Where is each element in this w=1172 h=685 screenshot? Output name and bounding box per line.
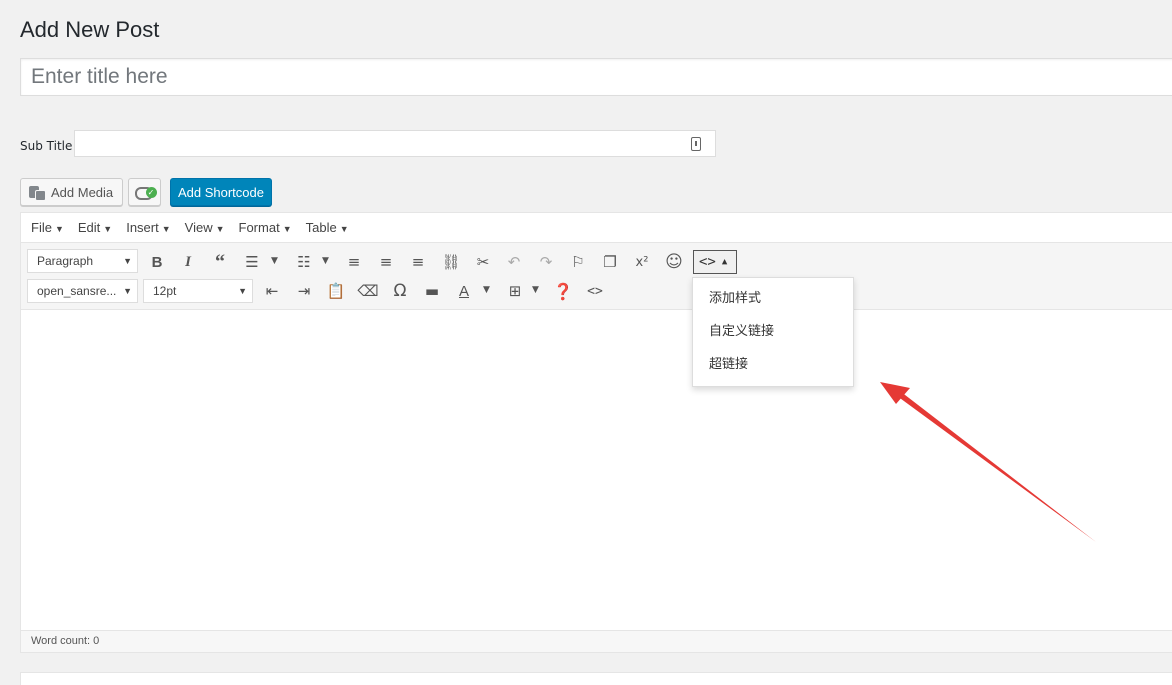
red-arrow-annotation xyxy=(880,382,1096,542)
